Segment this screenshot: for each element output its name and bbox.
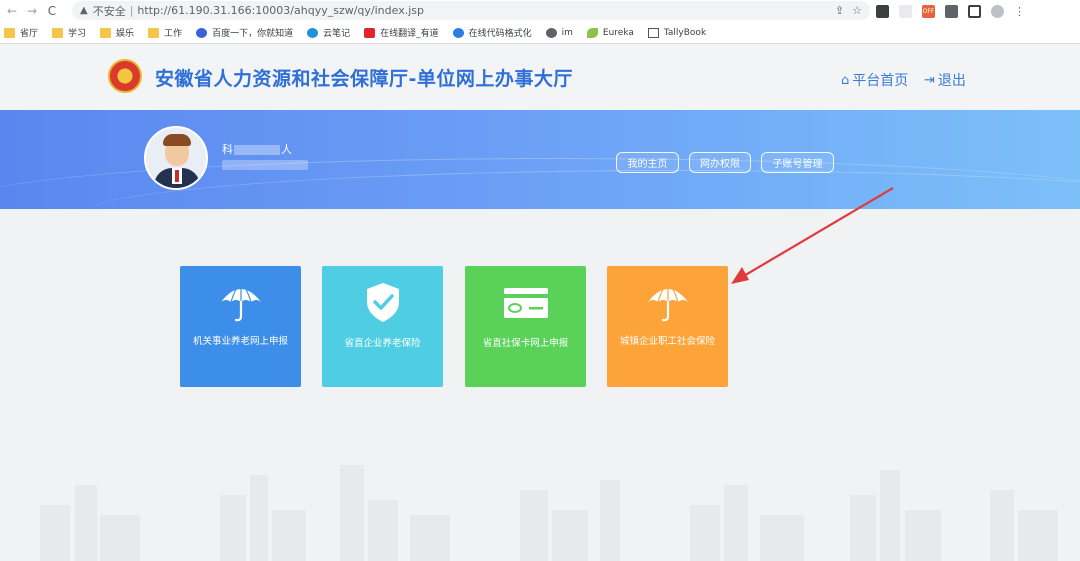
skyline-decoration [40, 465, 1058, 561]
